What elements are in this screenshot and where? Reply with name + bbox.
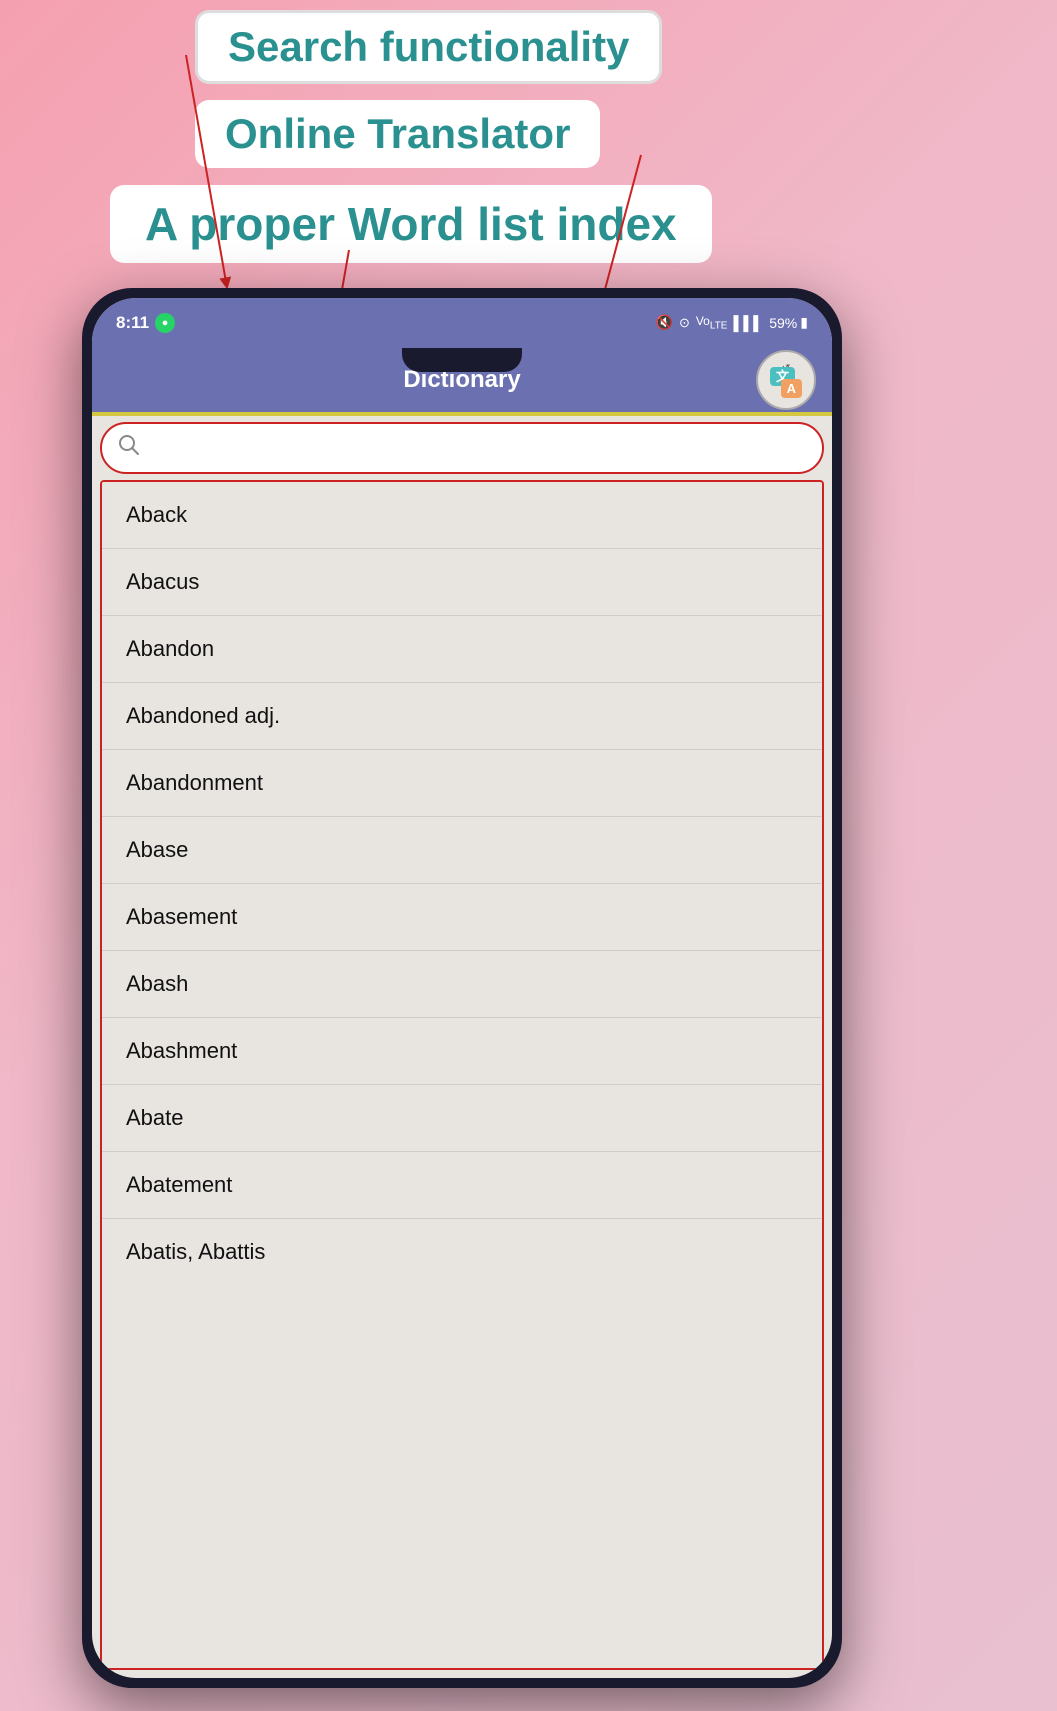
- online-translator-label: Online Translator: [195, 100, 600, 168]
- word-list-item[interactable]: Abandonment: [102, 750, 822, 817]
- status-bar: 8:11 ● 🔇 ⊙ VoLTE ▌▌▌ 59% ▮: [92, 298, 832, 348]
- search-functionality-label: Search functionality: [195, 10, 662, 84]
- translate-icon: ↺ 文 A: [766, 362, 806, 398]
- word-list-item[interactable]: Abacus: [102, 549, 822, 616]
- word-list-item[interactable]: Abate: [102, 1085, 822, 1152]
- word-list-item[interactable]: Abash: [102, 951, 822, 1018]
- english-char: A: [781, 379, 802, 398]
- search-container[interactable]: [100, 422, 824, 474]
- header-accent-line: [92, 412, 832, 416]
- online-translator-text: Online Translator: [225, 110, 570, 157]
- search-input[interactable]: [150, 438, 806, 459]
- word-list-item[interactable]: Abandoned adj.: [102, 683, 822, 750]
- wifi-icon: ⊙: [679, 315, 690, 331]
- translate-button[interactable]: ↺ 文 A: [756, 350, 816, 410]
- word-list: AbackAbacusAbandonAbandoned adj.Abandonm…: [100, 480, 824, 1670]
- word-list-item[interactable]: Aback: [102, 482, 822, 549]
- signal-icon: VoLTE: [696, 314, 728, 331]
- word-list-index-label: A proper Word list index: [110, 185, 712, 263]
- time-display: 8:11: [116, 313, 149, 333]
- whatsapp-icon: ●: [155, 313, 175, 333]
- word-list-item[interactable]: Abandon: [102, 616, 822, 683]
- battery-icon: 59% ▮: [769, 314, 808, 331]
- word-list-item[interactable]: Abatement: [102, 1152, 822, 1219]
- search-arrow: [185, 55, 227, 282]
- phone-frame: 8:11 ● 🔇 ⊙ VoLTE ▌▌▌ 59% ▮ Dictionary: [82, 288, 842, 1688]
- word-list-item[interactable]: Abase: [102, 817, 822, 884]
- translate-arrows: ↺ 文 A: [766, 362, 806, 398]
- word-list-index-text: A proper Word list index: [145, 198, 677, 250]
- search-functionality-text: Search functionality: [228, 23, 629, 70]
- word-list-item[interactable]: Abatis, Abattis: [102, 1219, 822, 1285]
- battery-symbol: ▮: [800, 314, 808, 331]
- word-list-item[interactable]: Abashment: [102, 1018, 822, 1085]
- status-time: 8:11 ●: [116, 313, 175, 333]
- search-icon: [118, 434, 140, 462]
- phone-notch: [402, 348, 522, 372]
- battery-percent: 59%: [769, 315, 797, 331]
- word-list-item[interactable]: Abasement: [102, 884, 822, 951]
- mute-icon: 🔇: [656, 314, 673, 331]
- bars-icon: ▌▌▌: [733, 315, 763, 331]
- phone-screen: 8:11 ● 🔇 ⊙ VoLTE ▌▌▌ 59% ▮ Dictionary: [92, 298, 832, 1678]
- annotation-area: Search functionality Online Translator A…: [0, 0, 1057, 320]
- status-icons: 🔇 ⊙ VoLTE ▌▌▌ 59% ▮: [656, 314, 808, 331]
